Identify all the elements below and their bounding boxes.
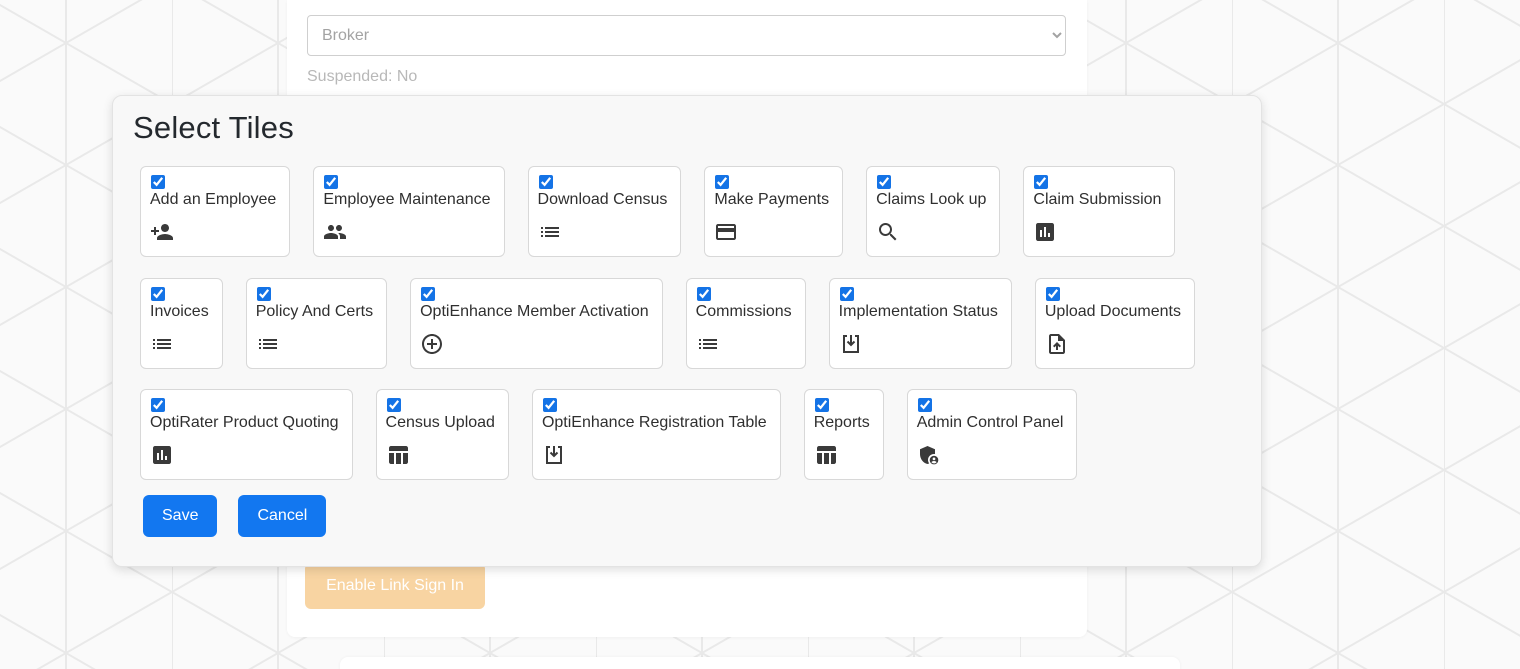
tile-label-implementation-status: Implementation Status [839,303,998,321]
tile-admin-control-panel[interactable]: Admin Control Panel [907,389,1078,480]
suspended-status-text: Suspended: No [307,68,417,86]
people-icon [323,220,347,244]
tile-optienhance-member-activation[interactable]: OptiEnhance Member Activation [410,278,663,369]
tile-label-make-payments: Make Payments [714,191,829,209]
tile-label-employee-maintenance: Employee Maintenance [323,191,490,209]
tile-checkbox-invoices[interactable] [151,287,165,301]
tile-checkbox-implementation-status[interactable] [840,287,854,301]
tile-download-census[interactable]: Download Census [528,166,682,257]
tile-checkbox-optienhance-member-activation[interactable] [421,287,435,301]
tile-label-optienhance-registration-table: OptiEnhance Registration Table [542,414,767,432]
tile-checkbox-policy-and-certs[interactable] [257,287,271,301]
plus-circle-icon [420,332,444,356]
table-icon [814,443,838,467]
tile-label-optienhance-member-activation: OptiEnhance Member Activation [420,303,649,321]
cancel-button[interactable]: Cancel [238,495,326,537]
tile-reports[interactable]: Reports [804,389,884,480]
tile-label-census-upload: Census Upload [386,414,495,432]
tile-claims-look-up[interactable]: Claims Look up [866,166,1000,257]
tile-checkbox-admin-control-panel[interactable] [918,398,932,412]
tile-label-reports: Reports [814,414,870,432]
tile-optienhance-registration-table[interactable]: OptiEnhance Registration Table [532,389,781,480]
tile-label-upload-documents: Upload Documents [1045,303,1181,321]
tile-label-policy-and-certs: Policy And Certs [256,303,373,321]
tile-add-an-employee[interactable]: Add an Employee [140,166,290,257]
tile-label-admin-control-panel: Admin Control Panel [917,414,1064,432]
tile-checkbox-claims-look-up[interactable] [877,175,891,189]
person-add-icon [150,220,174,244]
tile-checkbox-add-an-employee[interactable] [151,175,165,189]
credit-card-icon [714,220,738,244]
tile-checkbox-optirater-product-quoting[interactable] [151,398,165,412]
list-icon [538,220,562,244]
download-box-icon [839,332,863,356]
file-upload-icon [1045,332,1069,356]
tile-label-claims-look-up: Claims Look up [876,191,986,209]
list-icon [150,332,174,356]
tile-census-upload[interactable]: Census Upload [376,389,509,480]
tile-policy-and-certs[interactable]: Policy And Certs [246,278,387,369]
tile-commissions[interactable]: Commissions [686,278,806,369]
tile-checkbox-upload-documents[interactable] [1046,287,1060,301]
tile-claim-submission[interactable]: Claim Submission [1023,166,1175,257]
bar-chart-icon [1033,220,1057,244]
tile-row-2: Invoices Policy And Certs OptiEnhance Memb… [140,278,1195,369]
tile-checkbox-census-upload[interactable] [387,398,401,412]
tile-row-1: Add an Employee Employee Maintenance Downl… [140,166,1175,257]
tile-optirater-product-quoting[interactable]: OptiRater Product Quoting [140,389,353,480]
tile-implementation-status[interactable]: Implementation Status [829,278,1012,369]
tile-checkbox-employee-maintenance[interactable] [324,175,338,189]
tile-checkbox-optienhance-registration-table[interactable] [543,398,557,412]
tile-checkbox-make-payments[interactable] [715,175,729,189]
tile-label-commissions: Commissions [696,303,792,321]
enable-link-sign-in-button[interactable]: Enable Link Sign In [305,563,485,609]
modal-button-row: Save Cancel [143,495,326,537]
tile-label-add-an-employee: Add an Employee [150,191,276,209]
modal-title: Select Tiles [133,110,294,146]
admin-shield-icon [917,443,941,467]
table-icon [386,443,410,467]
tile-upload-documents[interactable]: Upload Documents [1035,278,1195,369]
tile-checkbox-reports[interactable] [815,398,829,412]
tile-employee-maintenance[interactable]: Employee Maintenance [313,166,504,257]
tile-label-download-census: Download Census [538,191,668,209]
select-tiles-modal: Select Tiles Add an Employee Employee Mai… [112,95,1262,567]
list-icon [696,332,720,356]
search-icon [876,220,900,244]
tile-label-invoices: Invoices [150,303,209,321]
broker-select[interactable]: Broker [307,15,1066,56]
tile-checkbox-commissions[interactable] [697,287,711,301]
tile-label-optirater-product-quoting: OptiRater Product Quoting [150,414,339,432]
lower-content-card [340,657,1180,669]
tile-invoices[interactable]: Invoices [140,278,223,369]
list-icon [256,332,280,356]
tile-checkbox-download-census[interactable] [539,175,553,189]
download-box-icon [542,443,566,467]
tile-checkbox-claim-submission[interactable] [1034,175,1048,189]
tile-label-claim-submission: Claim Submission [1033,191,1161,209]
tile-make-payments[interactable]: Make Payments [704,166,843,257]
save-button[interactable]: Save [143,495,217,537]
tile-row-3: OptiRater Product Quoting Census Upload Op… [140,389,1077,480]
bar-chart-icon [150,443,174,467]
